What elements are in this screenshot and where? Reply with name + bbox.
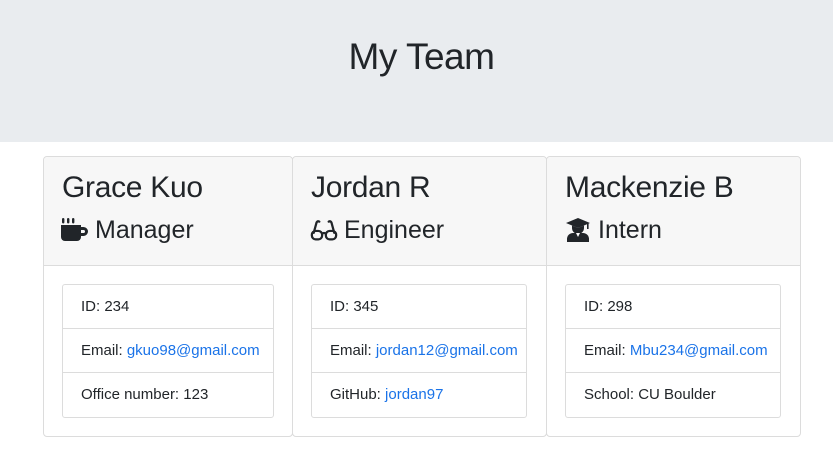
employee-card-intern: Mackenzie B Intern ID: 298 Email: Mbu234… (546, 156, 801, 437)
school-item: School: CU Boulder (584, 386, 716, 403)
email-item: Email: jordan12@gmail.com (312, 329, 526, 373)
email-item: Email: Mbu234@gmail.com (566, 329, 780, 373)
glasses-icon (310, 220, 338, 241)
email-prefix: Email: (584, 342, 630, 359)
role-label: Manager (95, 215, 194, 244)
info-list: ID: 345 Email: jordan12@gmail.com GitHub… (311, 284, 527, 418)
id-item: ID: 298 (566, 285, 780, 329)
github-prefix: GitHub: (330, 386, 386, 403)
id-item: ID: 345 (312, 285, 526, 329)
id-item: ID: 234 (63, 285, 273, 329)
card-header: Mackenzie B Intern (547, 157, 800, 266)
header-banner: My Team (0, 0, 833, 142)
employee-name: Mackenzie B (565, 171, 734, 204)
info-list: ID: 298 Email: Mbu234@gmail.com School: … (565, 284, 781, 418)
coffee-mug-icon (61, 218, 88, 241)
card-header: Jordan R Engineer (293, 157, 546, 266)
info-list: ID: 234 Email: gkuo98@gmail.com Office n… (62, 284, 274, 418)
email-link[interactable]: gkuo98@gmail.com (127, 342, 260, 359)
role-row: Intern (564, 215, 662, 245)
role-row: Manager (61, 215, 194, 245)
email-prefix: Email: (330, 342, 376, 359)
page-title: My Team (348, 36, 495, 77)
email-item: Email: gkuo98@gmail.com (63, 329, 273, 373)
role-label: Intern (598, 215, 662, 244)
employee-card-engineer: Jordan R Engineer ID: 345 Email: jordan1… (292, 156, 547, 437)
office-number-item: Office number: 123 (81, 386, 209, 403)
email-link[interactable]: Mbu234@gmail.com (630, 342, 768, 359)
role-row: Engineer (310, 215, 444, 245)
github-link[interactable]: jordan97 (385, 386, 443, 403)
employee-card-manager: Grace Kuo Manager ID: 234 Email: gkuo98@… (43, 156, 293, 437)
email-link[interactable]: jordan12@gmail.com (376, 342, 518, 359)
role-label: Engineer (344, 215, 445, 244)
graduate-icon (566, 218, 590, 242)
employee-name: Jordan R (311, 171, 431, 204)
employee-name: Grace Kuo (62, 171, 203, 204)
github-item: GitHub: jordan97 (312, 373, 526, 417)
email-prefix: Email: (81, 342, 127, 359)
card-header: Grace Kuo Manager (44, 157, 292, 266)
